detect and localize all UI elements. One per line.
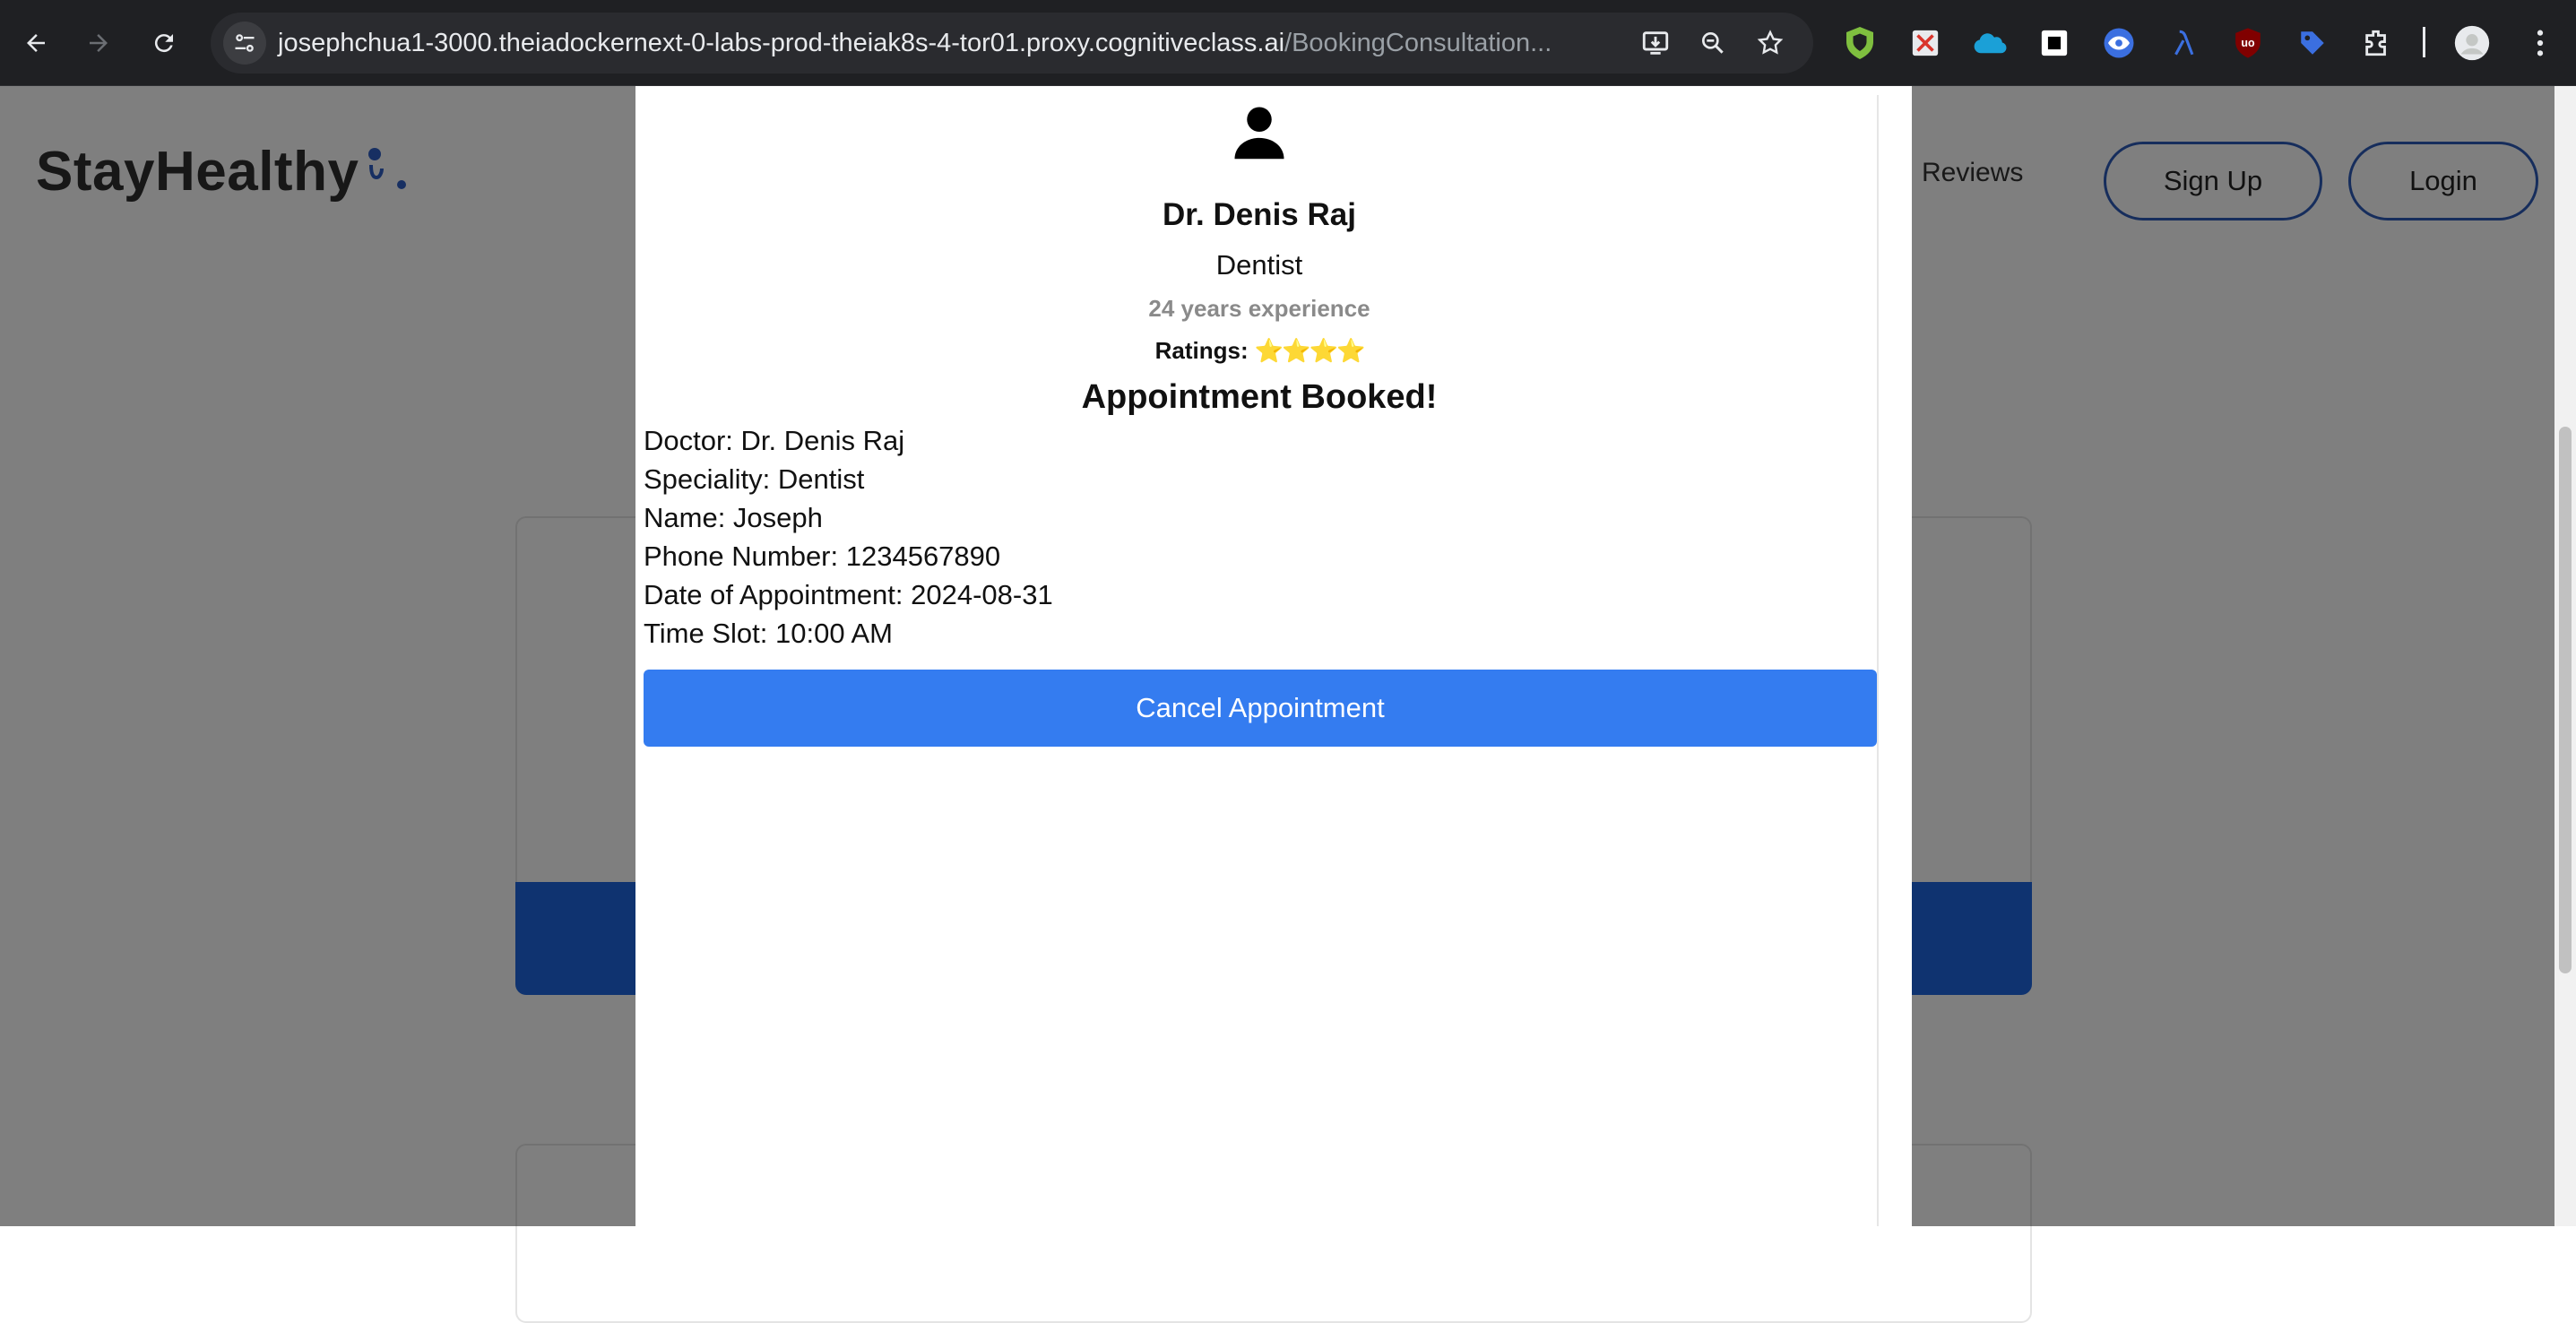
grid-extension-icon	[1912, 30, 1939, 56]
site-info-icon	[235, 34, 255, 52]
extensions-menu-button[interactable]	[2357, 23, 2397, 63]
url-path: /BookingConsultation...	[1284, 29, 1552, 57]
detail-time-slot: Time Slot: 10:00 AM	[644, 618, 893, 649]
extension-sheets[interactable]	[1906, 23, 1945, 63]
bookmark-star-icon	[1757, 30, 1784, 55]
detail-phone: Phone Number: 1234567890	[644, 540, 1001, 572]
detail-name: Name: Joseph	[644, 502, 823, 533]
extension-lambda[interactable]	[2164, 23, 2203, 63]
reload-icon	[154, 34, 173, 53]
browser-toolbar: josephchua1-3000.theiadockernext-0-labs-…	[0, 0, 2576, 86]
url-text[interactable]: josephchua1-3000.theiadockernext-0-labs-…	[278, 29, 1552, 57]
back-button[interactable]	[11, 18, 61, 68]
extension-eye[interactable]	[2099, 23, 2139, 63]
doctor-name: Dr. Denis Raj	[1163, 197, 1356, 232]
zoom-icon	[1702, 31, 1724, 54]
url-host: josephchua1-3000.theiadockernext-0-labs-…	[278, 29, 1285, 57]
doctor-ratings: Ratings: ⭐⭐⭐⭐	[635, 337, 1883, 365]
detail-speciality: Speciality: Dentist	[644, 463, 865, 495]
rating-stars: ⭐⭐⭐⭐	[1254, 337, 1365, 364]
forward-button[interactable]	[73, 18, 124, 68]
square-extension-icon	[2041, 30, 2068, 56]
extension-shield[interactable]	[1840, 23, 1880, 63]
extension-square[interactable]	[2035, 23, 2074, 63]
install-icon	[1642, 31, 1669, 55]
shield-extension-icon	[1846, 27, 1873, 59]
extension-tag[interactable]	[2293, 23, 2332, 63]
reload-button[interactable]	[139, 18, 189, 68]
forward-icon	[90, 34, 108, 52]
extension-salesforce[interactable]	[1970, 23, 2010, 63]
ratings-label: Ratings:	[1154, 337, 1249, 364]
profile-avatar	[2454, 25, 2490, 61]
puzzle-icon	[2365, 30, 2386, 56]
lambda-extension-icon	[2174, 30, 2194, 56]
cancel-appointment-button[interactable]: Cancel Appointment	[644, 670, 1877, 747]
install-app-button[interactable]	[1638, 25, 1673, 61]
ublock-icon: uo	[2235, 28, 2260, 58]
address-bar[interactable]: josephchua1-3000.theiadockernext-0-labs-…	[211, 13, 1813, 74]
tag-extension-icon	[2301, 31, 2324, 55]
appointment-booked-title: Appointment Booked!	[1081, 378, 1438, 416]
toolbar-divider	[2423, 27, 2425, 57]
extension-ublock[interactable]: uo	[2228, 23, 2268, 63]
doctor-experience: 24 years experience	[1148, 295, 1370, 322]
svg-text:uo: uo	[2241, 37, 2255, 49]
doctor-speciality: Dentist	[1215, 249, 1303, 281]
bookmark-button[interactable]	[1752, 25, 1788, 61]
detail-date: Date of Appointment: 2024-08-31	[644, 579, 1053, 610]
menu-kebab-icon	[2537, 30, 2544, 56]
detail-doctor: Doctor: Dr. Denis Raj	[644, 425, 905, 456]
site-info-button[interactable]	[223, 22, 266, 65]
profile-button[interactable]	[2452, 23, 2492, 63]
eye-extension-icon	[2104, 28, 2134, 58]
zoom-button[interactable]	[1695, 25, 1731, 61]
back-icon	[27, 34, 45, 52]
page-scrollbar-thumb[interactable]	[2559, 427, 2572, 973]
cloud-extension-icon	[1974, 33, 2007, 54]
person-icon	[1234, 107, 1284, 160]
browser-menu-button[interactable]	[2520, 23, 2560, 63]
